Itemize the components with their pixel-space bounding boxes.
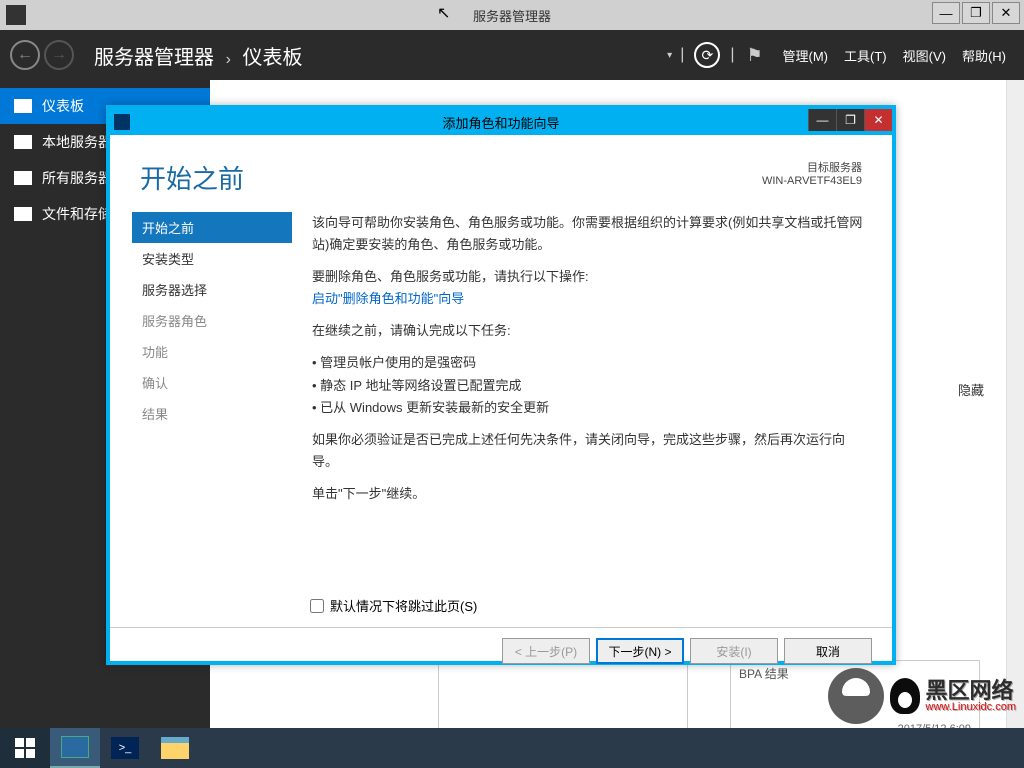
- checklist-item: 管理员帐户使用的是强密码: [312, 352, 866, 374]
- step-confirm: 确认: [132, 367, 292, 398]
- chevron-down-icon[interactable]: ▾: [667, 50, 672, 61]
- crumb-root[interactable]: 服务器管理器: [94, 47, 214, 69]
- wizard-minimize-button[interactable]: —: [808, 109, 836, 131]
- checklist-item: 已从 Windows 更新安装最新的安全更新: [312, 397, 866, 419]
- step-server-roles: 服务器角色: [132, 305, 292, 336]
- sidebar-item-label: 仪表板: [42, 96, 84, 116]
- menu-manage[interactable]: 管理(M): [783, 46, 829, 65]
- explorer-icon: [161, 737, 189, 759]
- app-icon: [6, 5, 26, 25]
- mushroom-icon: [828, 668, 884, 724]
- crumb-current: 仪表板: [242, 47, 302, 69]
- start-button[interactable]: [0, 728, 50, 768]
- server-manager-icon: [61, 736, 89, 758]
- add-roles-wizard: 添加角色和功能向导 — ❐ ✕ 开始之前 目标服务器 WIN-ARVETF43E…: [106, 105, 896, 665]
- wizard-p1: 该向导可帮助你安装角色、角色服务或功能。你需要根据组织的计算要求(例如共享文档或…: [312, 212, 866, 256]
- penguin-icon: [890, 678, 920, 714]
- menu-help[interactable]: 帮助(H): [962, 46, 1006, 65]
- server-icon: [14, 135, 32, 149]
- wizard-maximize-button[interactable]: ❐: [836, 109, 864, 131]
- sidebar-item-label: 本地服务器: [42, 132, 112, 152]
- wizard-checklist: 管理员帐户使用的是强密码 静态 IP 地址等网络设置已配置完成 已从 Windo…: [312, 352, 866, 418]
- wizard-steps: 开始之前 安装类型 服务器选择 服务器角色 功能 确认 结果: [132, 212, 292, 596]
- prev-button: < 上一步(P): [502, 638, 590, 664]
- taskbar: >_: [0, 728, 1024, 768]
- menu-tools[interactable]: 工具(T): [844, 46, 887, 65]
- separator: |: [730, 46, 734, 64]
- cursor-icon: ↖: [437, 3, 450, 23]
- wizard-body: 开始之前 安装类型 服务器选择 服务器角色 功能 确认 结果 该向导可帮助你安装…: [110, 206, 892, 596]
- wizard-title: 添加角色和功能向导: [442, 113, 559, 132]
- step-results: 结果: [132, 398, 292, 429]
- taskbar-explorer[interactable]: [150, 728, 200, 768]
- wizard-p2: 要删除角色、角色服务或功能，请执行以下操作: 启动"删除角色和功能"向导: [312, 266, 866, 310]
- forward-button: →: [44, 40, 74, 70]
- step-before-begin[interactable]: 开始之前: [132, 212, 292, 243]
- app-header: ← → 服务器管理器 › 仪表板 ▾ | ⟳ | ⚑ 管理(M) 工具(T) 视…: [0, 30, 1024, 80]
- watermark: 黑区网络 www.Linuxidc.com: [828, 668, 1016, 724]
- cancel-button[interactable]: 取消: [784, 638, 872, 664]
- step-server-selection[interactable]: 服务器选择: [132, 274, 292, 305]
- step-features: 功能: [132, 336, 292, 367]
- wizard-titlebar: 添加角色和功能向导 — ❐ ✕: [110, 109, 892, 135]
- scrollbar[interactable]: [1006, 80, 1024, 728]
- wizard-skip-row: 默认情况下将跳过此页(S): [110, 596, 892, 627]
- checklist-item: 静态 IP 地址等网络设置已配置完成: [312, 375, 866, 397]
- servers-icon: [14, 171, 32, 185]
- storage-icon: [14, 207, 32, 221]
- target-server: WIN-ARVETF43EL9: [762, 175, 862, 187]
- hide-button[interactable]: 隐藏: [958, 380, 984, 399]
- refresh-icon[interactable]: ⟳: [694, 42, 720, 68]
- window-controls: — ❐ ✕: [930, 2, 1020, 24]
- sidebar-item-label: 所有服务器: [42, 168, 112, 188]
- step-install-type[interactable]: 安装类型: [132, 243, 292, 274]
- wizard-p5: 单击"下一步"继续。: [312, 483, 866, 505]
- close-button[interactable]: ✕: [992, 2, 1020, 24]
- install-button: 安装(I): [690, 638, 778, 664]
- minimize-button[interactable]: —: [932, 2, 960, 24]
- separator: |: [680, 46, 684, 64]
- window-titlebar: 服务器管理器 ↖ — ❐ ✕: [0, 0, 1024, 30]
- wizard-p4: 如果你必须验证是否已完成上述任何先决条件，请关闭向导，完成这些步骤，然后再次运行…: [312, 429, 866, 473]
- wizard-target: 目标服务器 WIN-ARVETF43EL9: [762, 159, 862, 187]
- next-button[interactable]: 下一步(N) >: [596, 638, 684, 664]
- taskbar-server-manager[interactable]: [50, 728, 100, 768]
- wizard-p3: 在继续之前，请确认完成以下任务:: [312, 320, 866, 342]
- breadcrumb: 服务器管理器 › 仪表板: [94, 41, 302, 70]
- chevron-right-icon: ›: [226, 51, 231, 68]
- wizard-content: 该向导可帮助你安装角色、角色服务或功能。你需要根据组织的计算要求(例如共享文档或…: [292, 212, 892, 596]
- wizard-buttons: < 上一步(P) 下一步(N) > 安装(I) 取消: [110, 627, 892, 674]
- wizard-heading: 开始之前: [140, 159, 244, 196]
- dashboard-icon: [14, 99, 32, 113]
- watermark-text: 黑区网络 www.Linuxidc.com: [926, 680, 1016, 713]
- wizard-window-controls: — ❐ ✕: [808, 109, 892, 131]
- back-button[interactable]: ←: [10, 40, 40, 70]
- powershell-icon: >_: [111, 737, 139, 759]
- flag-icon[interactable]: ⚑: [747, 45, 767, 65]
- maximize-button[interactable]: ❐: [962, 2, 990, 24]
- menu-view[interactable]: 视图(V): [903, 46, 946, 65]
- wizard-header: 开始之前 目标服务器 WIN-ARVETF43EL9: [110, 135, 892, 206]
- target-label: 目标服务器: [762, 159, 862, 175]
- wizard-icon: [114, 114, 130, 130]
- window-title: 服务器管理器: [473, 6, 551, 25]
- taskbar-powershell[interactable]: >_: [100, 728, 150, 768]
- skip-checkbox[interactable]: [310, 599, 324, 613]
- skip-label: 默认情况下将跳过此页(S): [330, 596, 477, 615]
- remove-roles-link[interactable]: 启动"删除角色和功能"向导: [312, 291, 464, 306]
- wizard-close-button[interactable]: ✕: [864, 109, 892, 131]
